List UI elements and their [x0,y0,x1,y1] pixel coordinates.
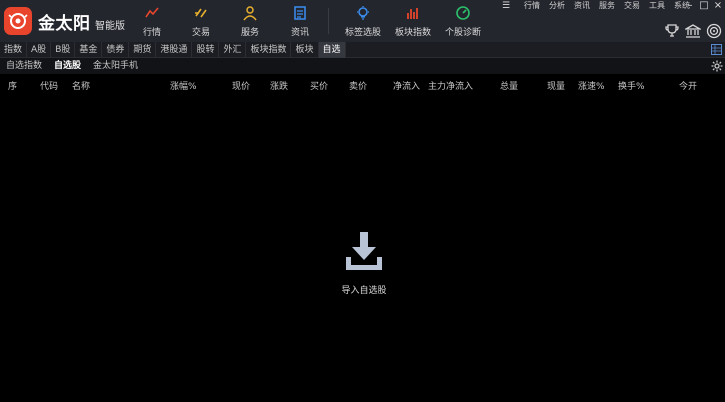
nav-label: 交易 [191,28,210,38]
menu-item-service[interactable]: 服务 [599,0,615,12]
tab-funds[interactable]: 基金 [75,42,103,58]
col-code[interactable]: 代码 [40,79,58,92]
market-tab-bar: 指数 A股 B股 基金 债券 期货 港股通 股转 外汇 板块指数 板块 自选 [0,42,725,58]
col-bid[interactable]: 买价 [310,79,328,92]
menu-item-market[interactable]: 行情 [524,0,540,12]
nav-label: 资讯 [290,28,309,38]
subtab-watch-stocks[interactable]: 自选股 [48,58,87,74]
tab-hk-connect[interactable]: 港股通 [156,42,193,58]
col-net-inflow[interactable]: 净流入 [393,79,420,92]
col-change-pct[interactable]: 涨幅% [170,79,197,92]
tab-share-transfer[interactable]: 股转 [192,42,220,58]
menu-item-tools[interactable]: 工具 [649,0,665,12]
col-open[interactable]: 今开 [679,79,697,92]
chart-line-icon [145,7,159,18]
menu-item-trade[interactable]: 交易 [624,0,640,12]
gear-icon[interactable] [711,60,723,72]
col-seq[interactable]: 序 [8,79,17,92]
window-controls: – □ × [683,0,725,12]
minimize-button[interactable]: – [683,0,697,12]
subtab-mobile[interactable]: 金太阳手机 [87,58,144,74]
nav-market[interactable]: 行情 [129,5,175,39]
nav-sector-index[interactable]: 板块指数 [390,5,436,39]
watchlist-sub-tabs: 自选指数 自选股 金太阳手机 [0,58,725,74]
col-price[interactable]: 现价 [232,79,250,92]
nav-label: 服务 [240,28,259,38]
col-name[interactable]: 名称 [72,79,90,92]
bank-icon[interactable] [685,23,701,39]
tab-futures[interactable]: 期货 [129,42,157,58]
col-ask[interactable]: 卖价 [349,79,367,92]
tab-sectors[interactable]: 板块 [291,42,319,58]
tab-a-shares[interactable]: A股 [27,42,52,58]
user-icon [243,6,257,21]
grid-view-icon[interactable] [711,44,722,55]
top-toolbar: 金太阳 智能版 行情 交易 服务 资讯 标签选股 板块指数 个股诊断 ☰ 行情 … [0,0,725,42]
menu-item-news[interactable]: 资讯 [574,0,590,12]
col-volume[interactable]: 总量 [500,79,518,92]
tab-watchlist[interactable]: 自选 [318,42,346,58]
col-change[interactable]: 涨跌 [270,79,288,92]
app-edition: 智能版 [95,21,125,32]
tab-forex[interactable]: 外汇 [219,42,247,58]
nav-label: 个股诊断 [444,28,481,38]
nav-service[interactable]: 服务 [227,5,273,39]
news-icon [294,6,306,20]
target-icon[interactable] [706,23,722,39]
app-brand: 金太阳 [38,14,91,34]
bulb-icon [357,6,369,20]
nav-label: 标签选股 [344,28,381,38]
gauge-icon [456,6,470,20]
maximize-button[interactable]: □ [697,0,711,12]
import-watchlist-button[interactable]: 导入自选股 [330,230,398,296]
top-menu: ☰ 行情 分析 资讯 服务 交易 工具 系统 [502,0,699,12]
col-turnover-pct[interactable]: 换手% [618,79,645,92]
nav-divider [328,8,329,34]
menu-list-icon[interactable]: ☰ [502,1,514,11]
nav-label: 行情 [142,28,161,38]
trade-icon [195,8,207,18]
nav-label: 板块指数 [394,28,431,38]
download-icon [346,232,382,270]
table-header: 序 代码 名称 涨幅% 现价 涨跌 买价 卖价 净流入 主力净流入 总量 现量 … [0,74,725,94]
import-watchlist-label: 导入自选股 [341,286,387,296]
tab-b-shares[interactable]: B股 [51,42,76,58]
bar-chart-icon [407,8,418,19]
nav-news[interactable]: 资讯 [277,5,323,39]
trophy-icon[interactable] [664,23,680,39]
tab-sector-index[interactable]: 板块指数 [246,42,292,58]
nav-trade[interactable]: 交易 [178,5,224,39]
menu-item-analysis[interactable]: 分析 [549,0,565,12]
col-main-net-inflow[interactable]: 主力净流入 [428,79,473,92]
close-button[interactable]: × [711,0,725,12]
toolbar-right-icons [659,23,722,39]
col-speed-pct[interactable]: 涨速% [578,79,605,92]
nav-stock-diagnosis[interactable]: 个股诊断 [440,5,486,39]
nav-tag-stock-picker[interactable]: 标签选股 [340,5,386,39]
app-logo-icon [4,7,32,35]
tab-index[interactable]: 指数 [0,42,28,58]
subtab-watch-index[interactable]: 自选指数 [0,58,48,74]
tab-bonds[interactable]: 债券 [102,42,130,58]
col-current-volume[interactable]: 现量 [547,79,565,92]
